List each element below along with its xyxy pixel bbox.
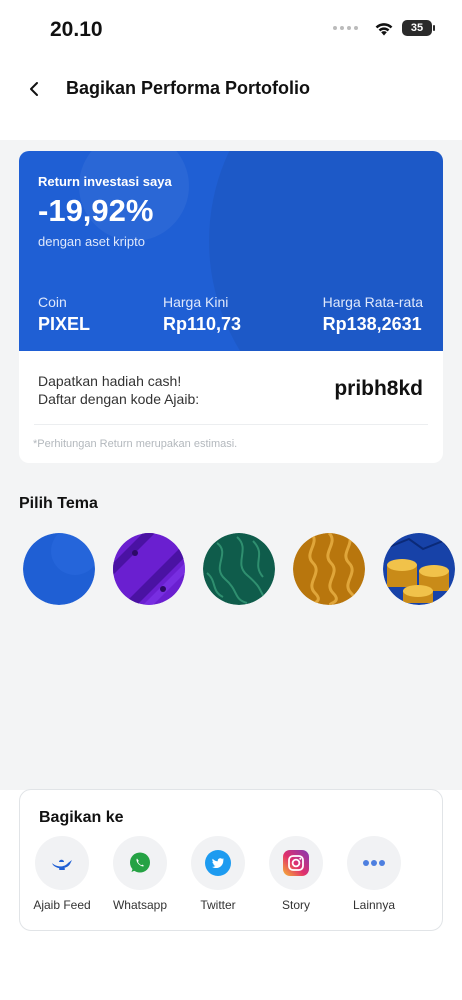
share-ajaib-feed[interactable]: Ajaib Feed <box>33 836 91 912</box>
purple-theme-swatch <box>113 533 185 605</box>
wifi-icon <box>375 22 393 35</box>
share-whatsapp[interactable]: Whatsapp <box>113 836 167 912</box>
whatsapp-icon <box>130 852 150 873</box>
coin-label: Coin <box>38 294 67 310</box>
share-icon-circle <box>347 836 401 890</box>
share-panel: Bagikan ke Ajaib Feed Whatsapp Twitter S… <box>19 789 443 931</box>
return-label: Return investasi saya <box>38 174 172 189</box>
harga-kini-label: Harga Kini <box>163 294 229 310</box>
theme-title: Pilih Tema <box>19 495 98 512</box>
referral-line2: Daftar dengan kode Ajaib: <box>38 391 200 407</box>
share-icon-circle <box>113 836 167 890</box>
share-label: Story <box>281 898 310 912</box>
share-icon-circle <box>191 836 245 890</box>
referral-line1: Dapatkan hadiah cash! <box>38 373 182 389</box>
share-title: Bagikan ke <box>39 809 124 826</box>
portfolio-card: Return investasi saya -19,92% dengan ase… <box>19 151 443 463</box>
green-theme-swatch <box>203 533 275 605</box>
share-list: Ajaib Feed Whatsapp Twitter Story Lainny… <box>33 836 401 912</box>
gold-theme-swatch <box>293 533 365 605</box>
share-icon-circle <box>269 836 323 890</box>
blue-theme-swatch <box>23 533 95 605</box>
share-label: Ajaib Feed <box>33 898 91 912</box>
coin-stat: Coin PIXEL <box>38 294 90 335</box>
harga-kini-value: Rp110,73 <box>163 314 242 334</box>
return-subtitle: dengan aset kripto <box>38 234 145 249</box>
harga-rata-stat: Harga Rata-rata Rp138,2631 <box>323 294 423 335</box>
theme-list <box>23 533 455 605</box>
portfolio-card-header: Return investasi saya -19,92% dengan ase… <box>19 151 443 351</box>
ajaib-lamp-icon <box>52 859 72 870</box>
referral-text: Dapatkan hadiah cash! Daftar dengan kode… <box>38 372 199 408</box>
share-label: Twitter <box>200 898 236 912</box>
theme-option-green[interactable] <box>203 533 275 605</box>
return-value: -19,92% <box>38 193 154 228</box>
twitter-icon <box>205 850 231 876</box>
share-label: Lainnya <box>352 898 396 912</box>
theme-option-purple[interactable] <box>113 533 185 605</box>
page-title: Bagikan Performa Portofolio <box>66 78 311 98</box>
referral-code: pribh8kd <box>334 377 423 400</box>
status-bar: 20.10 35 <box>0 0 462 60</box>
battery-icon: 35 <box>402 20 435 36</box>
back-button[interactable] <box>22 76 46 102</box>
share-label: Whatsapp <box>112 898 168 912</box>
theme-option-coins[interactable] <box>383 533 455 605</box>
theme-option-gold[interactable] <box>293 533 365 605</box>
share-more[interactable]: Lainnya <box>347 836 401 912</box>
theme-option-blue[interactable] <box>23 533 95 605</box>
disclaimer: *Perhitungan Return merupakan estimasi. <box>33 438 238 450</box>
signal-icon <box>333 26 358 30</box>
instagram-icon <box>283 850 309 876</box>
share-icon-circle <box>35 836 89 890</box>
share-twitter[interactable]: Twitter <box>191 836 245 912</box>
header: Bagikan Performa Portofolio <box>0 60 462 140</box>
share-story[interactable]: Story <box>269 836 323 912</box>
coin-value: PIXEL <box>38 314 91 334</box>
content-area: Return investasi saya -19,92% dengan ase… <box>0 140 462 790</box>
chevron-left-icon <box>30 82 38 96</box>
status-icons: 35 <box>333 20 435 36</box>
status-time: 20.10 <box>50 18 103 41</box>
harga-rata-label: Harga Rata-rata <box>322 294 423 310</box>
harga-rata-value: Rp138,2631 <box>322 314 422 334</box>
more-icon <box>363 860 385 866</box>
divider <box>34 424 428 425</box>
coins-theme-swatch <box>383 533 455 605</box>
harga-kini-stat: Harga Kini Rp110,73 <box>163 294 241 335</box>
